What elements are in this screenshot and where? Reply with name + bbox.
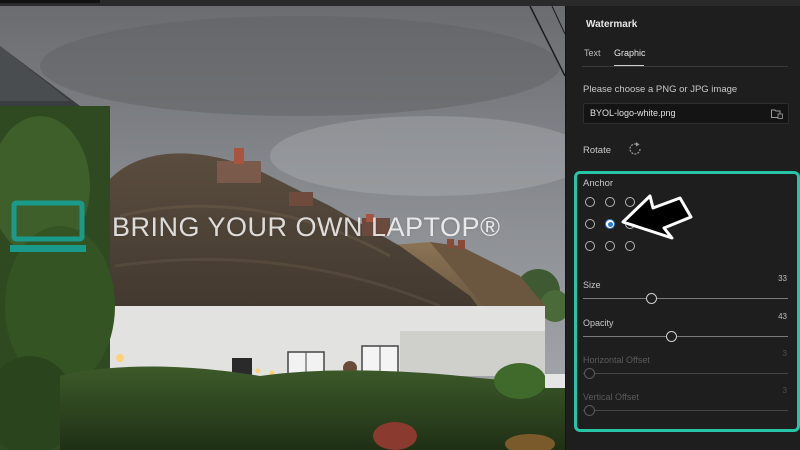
anchor-radio-top-left[interactable] xyxy=(585,197,595,207)
anchor-radio-bottom-center[interactable] xyxy=(605,241,615,251)
size-slider-thumb[interactable] xyxy=(645,293,657,304)
folder-browse-icon[interactable] xyxy=(771,108,783,119)
horizontal-offset-label: Horizontal Offset xyxy=(583,355,650,365)
opacity-slider-track[interactable] xyxy=(583,336,788,337)
anchor-radio-bottom-left[interactable] xyxy=(585,241,595,251)
tabs-divider xyxy=(582,66,788,67)
vertical-offset-label: Vertical Offset xyxy=(583,392,639,402)
opacity-label: Opacity xyxy=(583,318,614,328)
size-value: 33 xyxy=(778,274,787,283)
anchor-radio-middle-center[interactable] xyxy=(605,219,615,229)
rotate-icon[interactable] xyxy=(627,141,643,157)
anchor-radio-middle-left[interactable] xyxy=(585,219,595,229)
watermark-logo xyxy=(10,200,86,252)
top-bar-accent xyxy=(0,0,100,3)
panel-title: Watermark xyxy=(586,19,638,30)
anchor-radio-top-center[interactable] xyxy=(605,197,615,207)
image-file-name: BYOL-logo-white.png xyxy=(590,108,676,118)
horizontal-offset-value: 3 xyxy=(782,349,787,358)
rotate-label: Rotate xyxy=(583,145,611,156)
horizontal-offset-slider-track xyxy=(583,373,788,374)
pointer-arrow-icon xyxy=(621,194,693,240)
choose-image-label: Please choose a PNG or JPG image xyxy=(583,84,738,95)
vertical-offset-slider-track xyxy=(583,410,788,411)
tab-graphic[interactable]: Graphic xyxy=(614,48,646,58)
vertical-offset-value: 3 xyxy=(782,386,787,395)
anchor-label: Anchor xyxy=(583,178,614,189)
size-slider-track[interactable] xyxy=(583,298,788,299)
size-label: Size xyxy=(583,280,601,290)
active-tab-indicator xyxy=(614,65,644,66)
image-file-field[interactable]: BYOL-logo-white.png xyxy=(583,103,789,124)
watermark-text: BRING YOUR OWN LAPTOP® xyxy=(112,212,501,242)
tab-text[interactable]: Text xyxy=(584,48,601,58)
opacity-value: 43 xyxy=(778,312,787,321)
